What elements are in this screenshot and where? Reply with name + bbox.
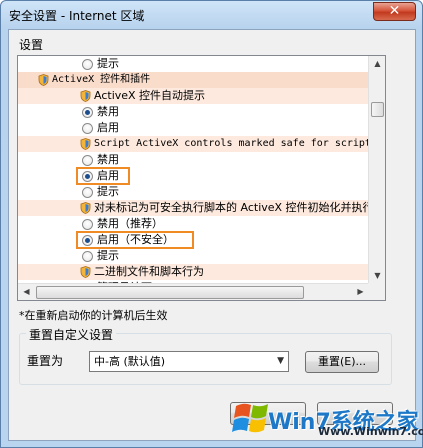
- row-label: 启用: [97, 121, 119, 134]
- option-row[interactable]: 提示: [18, 184, 369, 200]
- row-label: Script ActiveX controls marked safe for …: [94, 138, 369, 149]
- settings-group-label: 设置: [19, 38, 44, 52]
- restart-note: *在重新启动你的计算机后生效: [19, 309, 168, 322]
- reset-level-value: 中-高 (默认值): [94, 355, 166, 368]
- row-label: 提示: [97, 57, 119, 70]
- row-label: 禁用: [97, 105, 119, 118]
- row-label: 禁用（推荐）: [97, 217, 163, 230]
- reset-to-label: 重置为: [27, 354, 64, 368]
- radio-unselected[interactable]: [82, 187, 93, 198]
- horizontal-scroll-thumb[interactable]: [36, 286, 304, 299]
- shield-icon: [80, 266, 91, 278]
- scroll-down-button[interactable]: ▼: [369, 268, 385, 284]
- scroll-right-button[interactable]: ▶: [352, 284, 369, 300]
- scrollbar-corner: [368, 283, 385, 300]
- row-label: 提示: [97, 185, 119, 198]
- settings-rows: 提示 ActiveX 控件和插件 ActiveX 控件自动提示 禁用 启用 Script …: [18, 56, 369, 284]
- option-row[interactable]: 启用: [18, 120, 369, 136]
- radio-unselected[interactable]: [82, 219, 93, 230]
- category-row: ActiveX 控件和插件: [18, 72, 369, 88]
- watermark-url: Www.Winwin7.com: [318, 425, 423, 438]
- option-row[interactable]: 禁用: [18, 152, 369, 168]
- settings-list[interactable]: 提示 ActiveX 控件和插件 ActiveX 控件自动提示 禁用 启用 Script …: [17, 55, 386, 301]
- scroll-up-button[interactable]: ▲: [369, 56, 385, 72]
- subcategory-row: ActiveX 控件自动提示: [18, 88, 369, 104]
- radio-unselected[interactable]: [82, 155, 93, 166]
- reset-level-select[interactable]: 中-高 (默认值) ▼: [89, 351, 289, 372]
- row-label: 启用: [97, 169, 119, 182]
- option-row[interactable]: 禁用: [18, 104, 369, 120]
- option-row[interactable]: 启用（不安全）: [18, 231, 369, 249]
- reset-group-legend: 重置自定义设置: [26, 326, 117, 343]
- window-title: 安全设置 - Internet 区域: [9, 9, 145, 23]
- close-button[interactable]: ✕: [373, 2, 416, 21]
- reset-button[interactable]: 重置(E)...: [305, 351, 379, 373]
- option-row[interactable]: 提示: [18, 248, 369, 264]
- row-label: 二进制文件和脚本行为: [94, 265, 204, 278]
- shield-icon: [80, 90, 91, 102]
- option-row[interactable]: 禁用（推荐）: [18, 216, 369, 232]
- row-label: ActiveX 控件和插件: [52, 74, 151, 85]
- row-label: 提示: [97, 249, 119, 262]
- option-row[interactable]: 提示: [18, 56, 369, 72]
- scroll-left-button[interactable]: ◀: [18, 284, 35, 300]
- shield-icon: [80, 202, 91, 214]
- radio-unselected[interactable]: [82, 251, 93, 262]
- row-label: 对未标记为可安全执行脚本的 ActiveX 控件初始化并执行: [94, 201, 369, 214]
- horizontal-scrollbar[interactable]: ◀ ▶: [18, 283, 369, 300]
- subcategory-row: 二进制文件和脚本行为: [18, 264, 369, 280]
- shield-icon: [38, 74, 49, 86]
- radio-unselected[interactable]: [82, 59, 93, 70]
- row-label: ActiveX 控件自动提示: [94, 89, 206, 102]
- shield-icon: [80, 138, 91, 150]
- vertical-scrollbar[interactable]: ▲ ▼: [368, 56, 385, 284]
- close-icon: ✕: [388, 3, 401, 19]
- subcategory-row: Script ActiveX controls marked safe for …: [18, 136, 369, 152]
- vertical-scroll-thumb[interactable]: [371, 102, 384, 117]
- row-label: 禁用: [97, 153, 119, 166]
- row-label: 启用（不安全）: [97, 233, 174, 246]
- title-bar[interactable]: 安全设置 - Internet 区域 ✕: [1, 1, 422, 29]
- option-row[interactable]: 启用: [18, 167, 369, 185]
- subcategory-row: 对未标记为可安全执行脚本的 ActiveX 控件初始化并执行: [18, 200, 369, 216]
- chevron-down-icon: ▼: [277, 356, 284, 366]
- radio-unselected[interactable]: [82, 123, 93, 134]
- radio-selected[interactable]: [82, 107, 93, 118]
